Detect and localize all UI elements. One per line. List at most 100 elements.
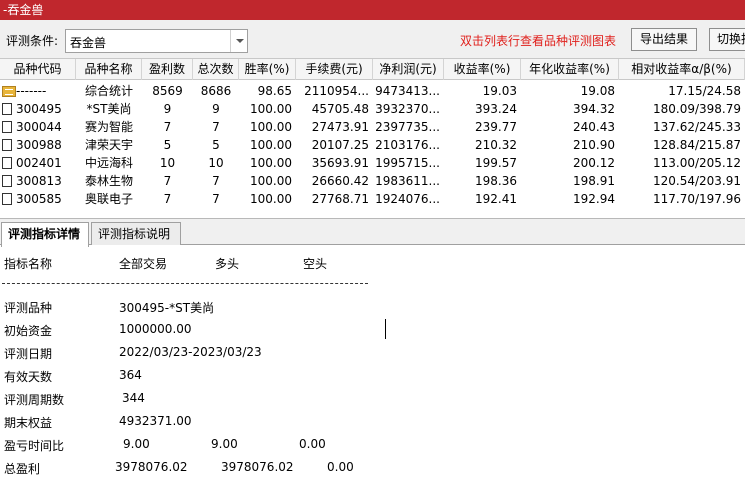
table-header: 品种代码 品种名称 盈利数 总次数 胜率(%) 手续费(元) 净利润(元) 收益…: [0, 58, 745, 80]
detail-item-short: 0.00: [327, 460, 354, 474]
row-total-cell: 7: [212, 120, 220, 134]
row-relative-cell: 117.70/197.96: [652, 192, 741, 206]
row-code-cell: 300988: [0, 136, 76, 154]
detail-item-all: 1000000.00: [119, 322, 192, 336]
row-total-cell: 7: [212, 174, 220, 188]
row-wins-cell: 7: [163, 192, 172, 206]
col-header-relative[interactable]: 相对收益率α/β(%): [619, 59, 745, 80]
row-winrate-cell: 100.00: [250, 102, 292, 116]
row-name-cell: 赛为智能: [84, 120, 133, 134]
switch-report-button[interactable]: 切换报: [709, 28, 745, 51]
row-annual-cell: 240.43: [573, 120, 615, 134]
col-header-annual[interactable]: 年化收益率(%): [521, 59, 619, 80]
row-relative-cell: 17.15/24.58: [668, 84, 741, 98]
detail-item-label: 有效天数: [4, 370, 53, 384]
row-annual-cell: 198.91: [573, 174, 615, 188]
row-winrate-cell: 100.00: [250, 120, 292, 134]
table-row[interactable]: 300585 奥联电子 7 7 100.00 27768.71 1924076.…: [0, 190, 745, 208]
row-code-cell: -------: [0, 82, 76, 100]
row-wins-cell: 8569: [152, 84, 183, 98]
row-annual-cell: 192.94: [573, 192, 615, 206]
row-relative-cell: 180.09/398.79: [652, 102, 741, 116]
col-header-profit[interactable]: 净利润(元): [373, 59, 444, 80]
detail-item-label: 评测日期: [4, 347, 53, 361]
detail-divider: [2, 283, 368, 284]
detail-item-label: 盈亏时间比: [4, 439, 65, 453]
detail-header-long: 多头: [215, 257, 240, 271]
col-header-fee[interactable]: 手续费(元): [296, 59, 373, 80]
row-return-cell: 239.77: [475, 120, 517, 134]
row-profit-cell: 3932370...: [375, 102, 440, 116]
document-icon: [2, 121, 12, 133]
document-icon: [2, 193, 12, 205]
table-row[interactable]: 002401 中远海科 10 10 100.00 35693.91 199571…: [0, 154, 745, 172]
row-fee-cell: 27768.71: [311, 192, 369, 206]
row-relative-cell: 113.00/205.12: [652, 156, 741, 170]
row-wins-cell: 9: [163, 102, 172, 116]
row-relative-cell: 120.54/203.91: [652, 174, 741, 188]
condition-select[interactable]: 吞金兽: [65, 29, 248, 53]
detail-item-all: 9.00: [123, 437, 150, 451]
row-annual-cell: 200.12: [573, 156, 615, 170]
tab-strip: 评测指标详情 评测指标说明: [0, 218, 745, 247]
detail-item-label: 期末权益: [4, 416, 53, 430]
detail-item-long: 3978076.02: [221, 460, 294, 474]
window-title: -吞金兽: [0, 0, 745, 20]
row-return-cell: 210.32: [475, 138, 517, 152]
row-wins-cell: 7: [163, 174, 172, 188]
row-winrate-cell: 100.00: [250, 174, 292, 188]
table-row[interactable]: 300988 津荣天宇 5 5 100.00 20107.25 2103176.…: [0, 136, 745, 154]
detail-header-name: 指标名称: [4, 257, 53, 271]
tab-explain[interactable]: 评测指标说明: [91, 222, 181, 246]
row-fee-cell: 2110954...: [304, 84, 369, 98]
row-profit-cell: 9473413...: [375, 84, 440, 98]
col-header-return[interactable]: 收益率(%): [444, 59, 521, 80]
row-fee-cell: 45705.48: [311, 102, 369, 116]
document-icon: [2, 103, 12, 115]
folder-icon: [2, 86, 16, 97]
row-name-cell: 综合统计: [84, 84, 133, 98]
row-winrate-cell: 100.00: [250, 192, 292, 206]
document-icon: [2, 157, 12, 169]
tab-detail[interactable]: 评测指标详情: [1, 222, 89, 247]
row-winrate-cell: 98.65: [257, 84, 292, 98]
row-total-cell: 10: [208, 156, 224, 170]
row-fee-cell: 35693.91: [311, 156, 369, 170]
row-name-cell: 奥联电子: [84, 192, 133, 206]
table-row[interactable]: 300495 *ST美尚 9 9 100.00 45705.48 3932370…: [0, 100, 745, 118]
detail-item-label: 总盈利: [4, 462, 41, 476]
row-return-cell: 19.03: [482, 84, 517, 98]
row-code-cell: 002401: [0, 154, 76, 172]
detail-item-all: 300495-*ST美尚: [119, 301, 215, 315]
table-row[interactable]: 300044 赛为智能 7 7 100.00 27473.91 2397735.…: [0, 118, 745, 136]
row-return-cell: 199.57: [475, 156, 517, 170]
detail-item-all: 344: [122, 391, 145, 405]
row-code-cell: 300495: [0, 100, 76, 118]
row-fee-cell: 27473.91: [311, 120, 369, 134]
row-relative-cell: 137.62/245.33: [652, 120, 741, 134]
row-relative-cell: 128.84/215.87: [652, 138, 741, 152]
table-row[interactable]: ------- 综合统计 8569 8686 98.65 2110954... …: [0, 82, 745, 100]
row-name-cell: *ST美尚: [86, 102, 132, 116]
result-table[interactable]: 品种代码 品种名称 盈利数 总次数 胜率(%) 手续费(元) 净利润(元) 收益…: [0, 58, 745, 218]
detail-item-short: 0.00: [299, 437, 326, 451]
detail-header-short: 空头: [303, 257, 328, 271]
col-header-code[interactable]: 品种代码: [0, 59, 76, 80]
row-winrate-cell: 100.00: [250, 138, 292, 152]
row-annual-cell: 210.90: [573, 138, 615, 152]
chevron-down-icon[interactable]: [230, 30, 247, 52]
detail-item-label: 评测品种: [4, 301, 53, 315]
detail-item-all: 364: [119, 368, 142, 382]
detail-item-label: 评测周期数: [4, 393, 65, 407]
col-header-wins[interactable]: 盈利数: [142, 59, 193, 80]
col-header-name[interactable]: 品种名称: [76, 59, 142, 80]
export-button[interactable]: 导出结果: [631, 28, 697, 51]
row-return-cell: 393.24: [475, 102, 517, 116]
detail-item-all: 4932371.00: [119, 414, 192, 428]
table-row[interactable]: 300813 泰林生物 7 7 100.00 26660.42 1983611.…: [0, 172, 745, 190]
row-name-cell: 津荣天宇: [84, 138, 133, 152]
detail-panel: 指标名称 全部交易 多头 空头 评测品种 300495-*ST美尚 初始资金 1…: [0, 245, 745, 477]
row-wins-cell: 7: [163, 120, 172, 134]
col-header-winrate[interactable]: 胜率(%): [239, 59, 296, 80]
col-header-total[interactable]: 总次数: [193, 59, 239, 80]
